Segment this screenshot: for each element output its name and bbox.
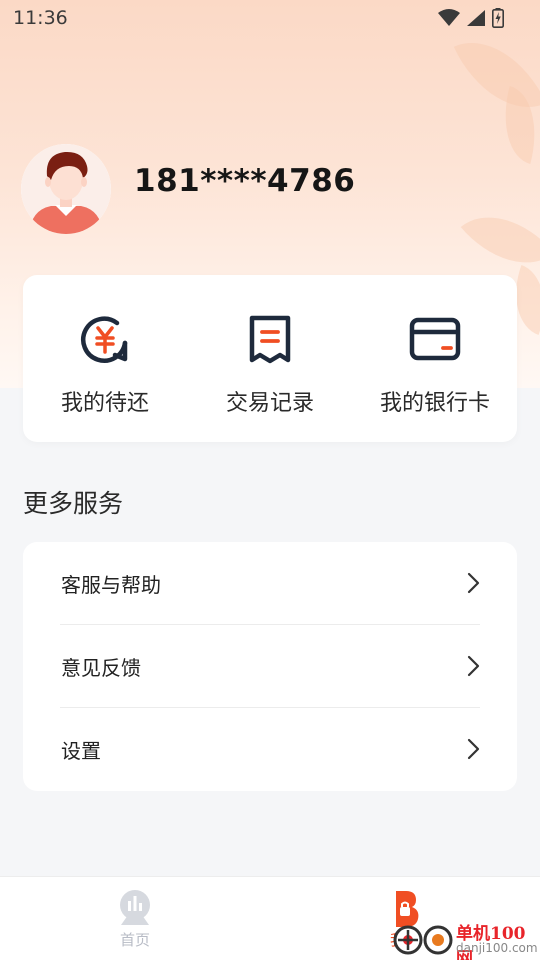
quick-actions-card: 我的待还 交易记录 我的银行卡 bbox=[23, 275, 517, 442]
quick-action-label: 我的银行卡 bbox=[379, 391, 490, 416]
menu-item-settings[interactable]: 设置 bbox=[23, 708, 517, 791]
yuan-repay-icon bbox=[81, 316, 128, 363]
battery-charging-icon bbox=[492, 8, 504, 28]
chevron-right-icon bbox=[467, 655, 480, 677]
home-tab-icon bbox=[120, 890, 150, 925]
status-icons bbox=[438, 7, 504, 29]
status-bar: 11:36 bbox=[0, 0, 540, 38]
chevron-right-icon bbox=[467, 738, 480, 760]
quick-action-label: 交易记录 bbox=[225, 391, 314, 416]
more-services-card: 客服与帮助 意见反馈 设置 bbox=[23, 542, 517, 791]
menu-item-customer-service[interactable]: 客服与帮助 bbox=[23, 542, 517, 625]
phone-number: 181****4786 bbox=[134, 163, 356, 199]
receipt-icon bbox=[249, 315, 291, 364]
watermark: 单机100网 danji100.com bbox=[392, 916, 540, 960]
bank-card-icon bbox=[409, 317, 461, 361]
status-time: 11:36 bbox=[13, 7, 68, 29]
watermark-url: danji100.com bbox=[456, 941, 538, 955]
profile-screen: 11:36 181****4786 我的待还 交易记录 我的银行卡 更多服务 客… bbox=[0, 0, 540, 960]
wifi-icon bbox=[438, 9, 460, 26]
quick-action-repay[interactable]: 我的待还 bbox=[23, 275, 187, 442]
menu-item-label: 客服与帮助 bbox=[61, 573, 161, 597]
more-services-title: 更多服务 bbox=[23, 489, 124, 518]
tab-label: 首页 bbox=[119, 931, 150, 949]
menu-item-label: 设置 bbox=[61, 739, 101, 763]
quick-action-bank-cards[interactable]: 我的银行卡 bbox=[353, 275, 517, 442]
signal-icon bbox=[467, 10, 485, 26]
avatar-icon bbox=[21, 144, 111, 234]
chevron-right-icon bbox=[467, 572, 480, 594]
menu-item-label: 意见反馈 bbox=[61, 656, 141, 680]
avatar[interactable] bbox=[21, 144, 111, 234]
tab-home[interactable]: 首页 bbox=[70, 877, 200, 960]
watermark-logo-icon bbox=[393, 925, 453, 955]
menu-item-feedback[interactable]: 意见反馈 bbox=[23, 625, 517, 708]
quick-action-transactions[interactable]: 交易记录 bbox=[188, 275, 352, 442]
quick-action-label: 我的待还 bbox=[60, 391, 149, 416]
